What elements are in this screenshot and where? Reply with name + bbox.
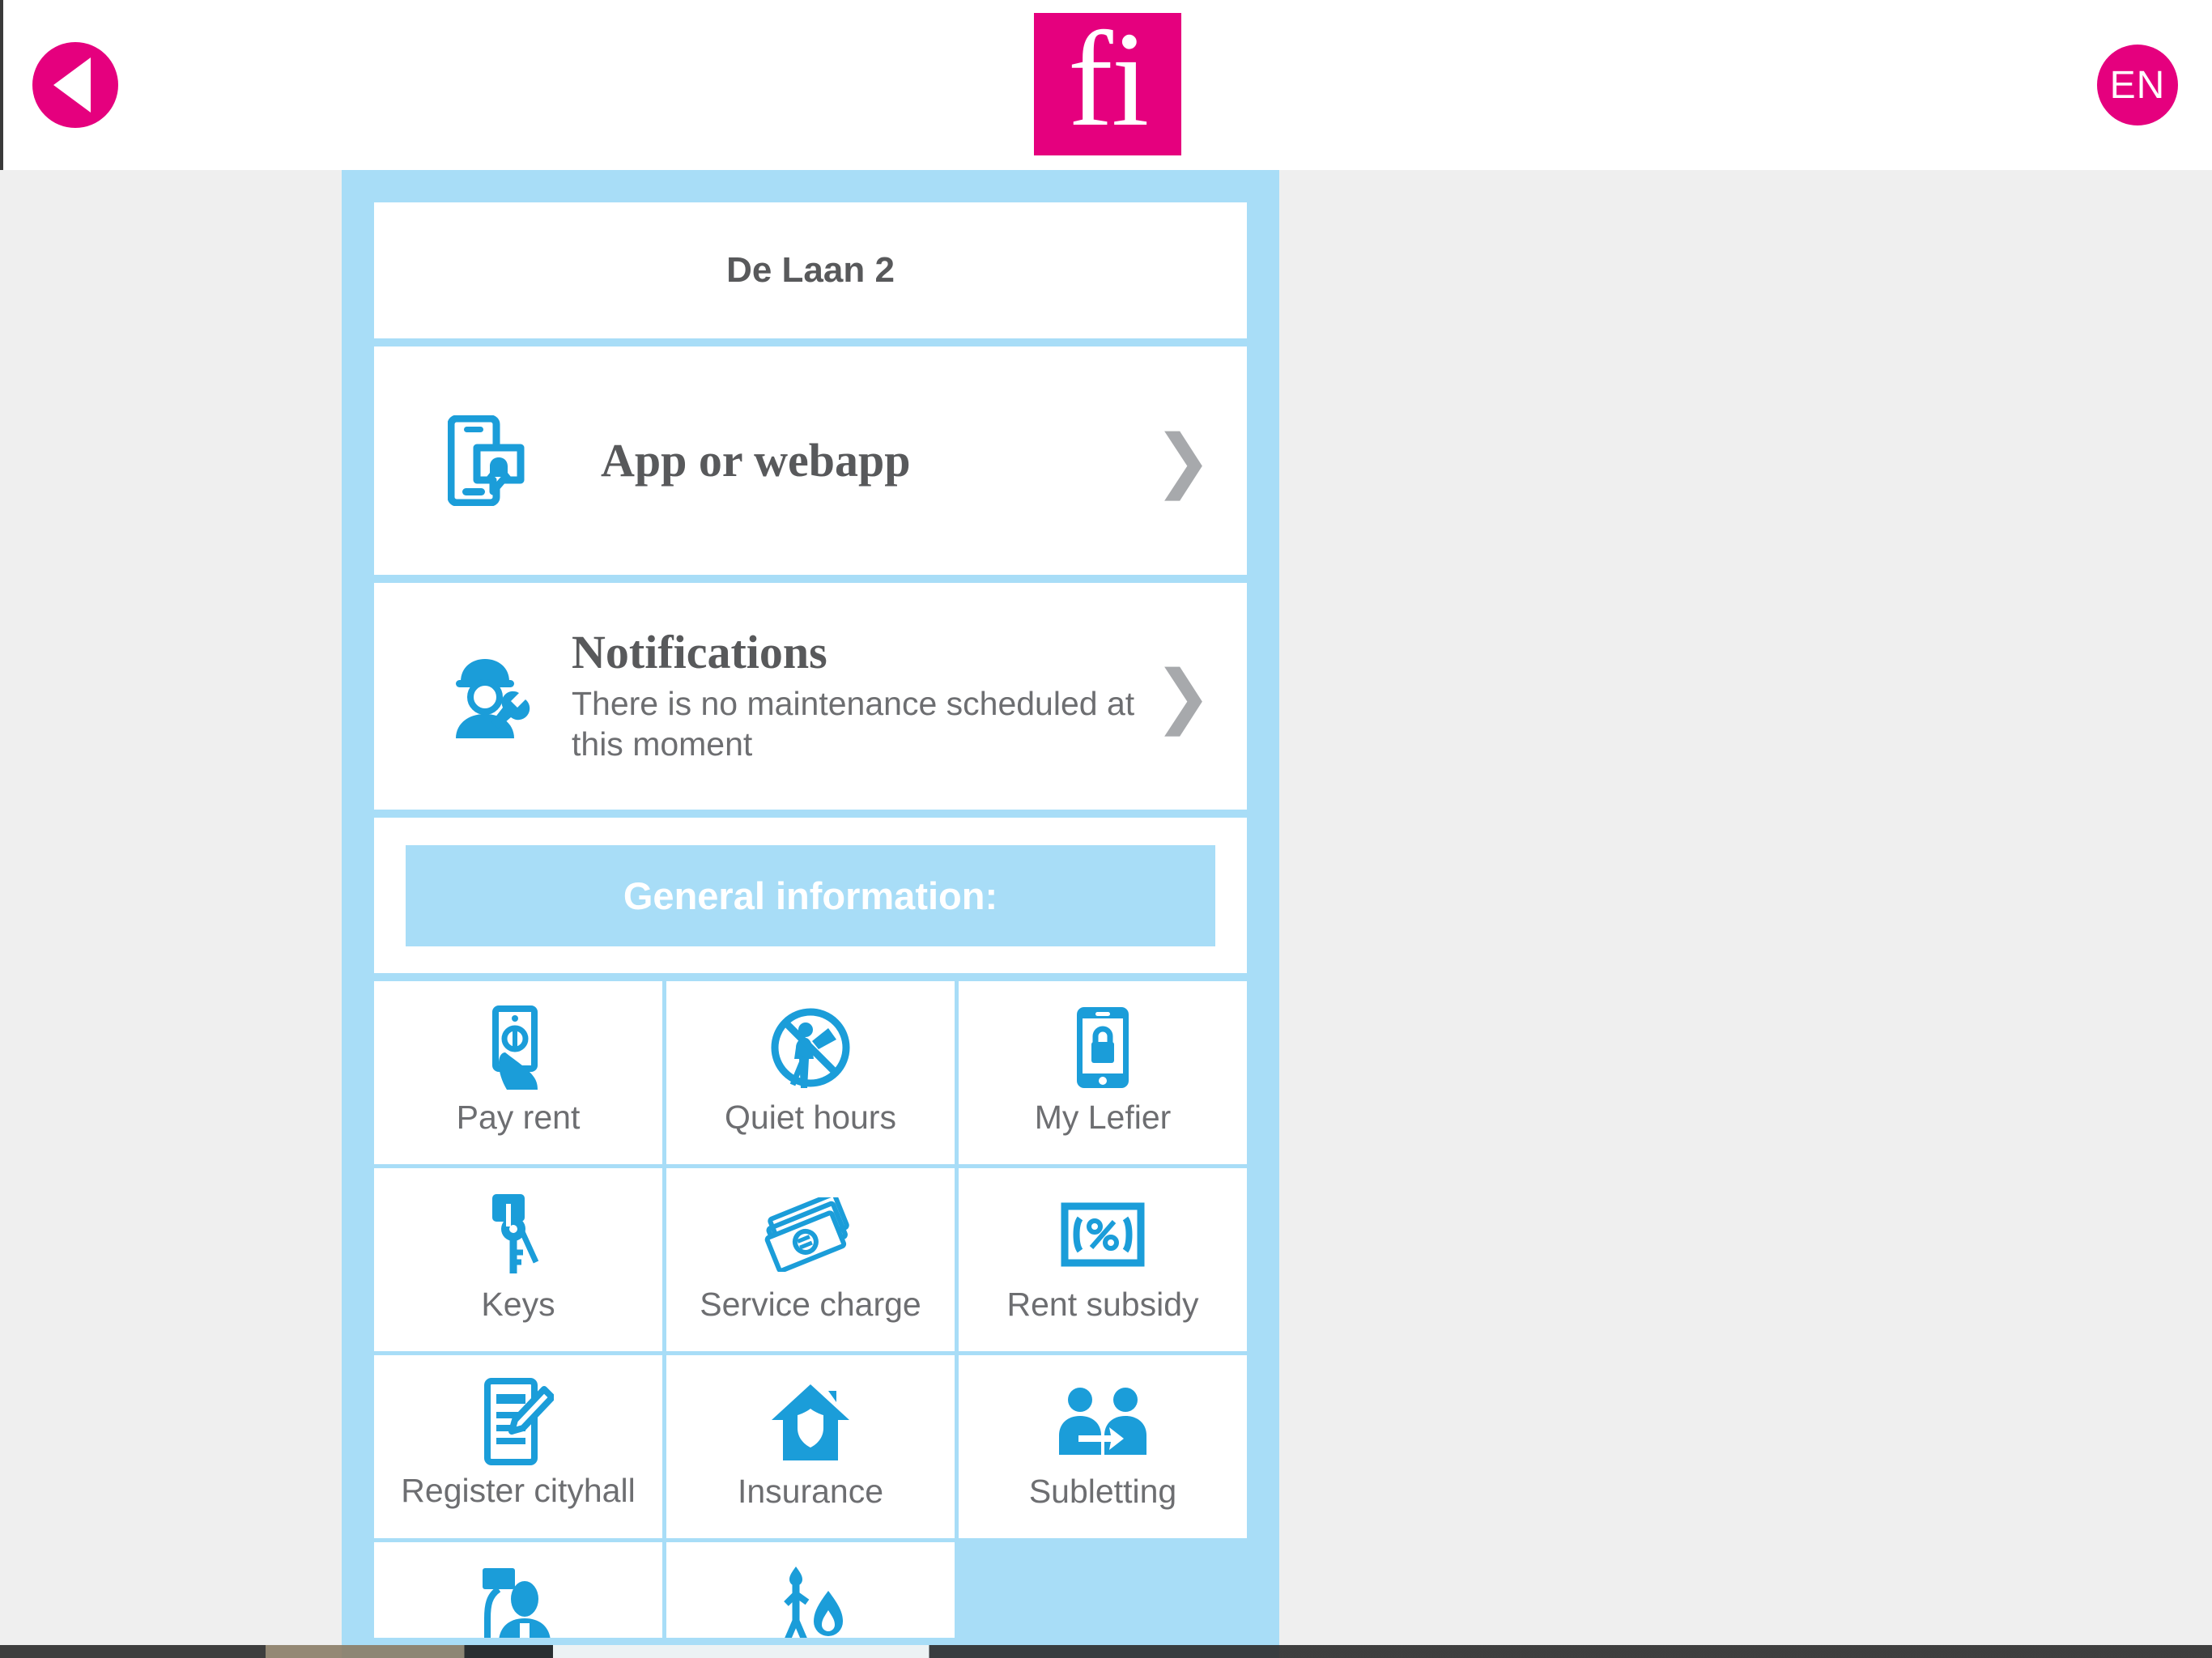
tile-rent-subsidy[interactable]: Rent subsidy — [959, 1168, 1247, 1351]
tile-label: Service charge — [700, 1286, 921, 1323]
tile-label: Rent subsidy — [1006, 1286, 1199, 1323]
tile-label: Register cityhall — [401, 1472, 636, 1509]
back-button[interactable] — [32, 42, 118, 128]
chevron-right-icon: ❯ — [1153, 657, 1213, 735]
tile-empty — [959, 1542, 1247, 1638]
app-header: fi EN — [0, 0, 2212, 170]
chevron-right-icon: ❯ — [1153, 422, 1213, 500]
triangle-left-icon — [53, 57, 91, 113]
tile-keys[interactable]: Keys — [374, 1168, 662, 1351]
language-switch-button[interactable]: EN — [2097, 45, 2178, 125]
tile-label: Pay rent — [456, 1099, 581, 1136]
general-information-banner: General information: — [406, 844, 1215, 946]
tile-register-cityhall[interactable]: Register cityhall — [374, 1355, 662, 1538]
banknotes-euro-icon — [764, 1189, 857, 1280]
painter-sign-icon — [478, 1563, 559, 1638]
percent-box-icon — [1061, 1189, 1145, 1280]
tile-label: Insurance — [737, 1473, 884, 1510]
tile-quiet-hours[interactable]: Quiet hours — [666, 981, 955, 1164]
tile-painter[interactable] — [374, 1542, 662, 1638]
phone-notification-icon — [402, 415, 572, 506]
no-vacuuming-icon — [768, 1002, 853, 1093]
maintenance-worker-icon — [402, 651, 572, 742]
page-title: De Laan 2 — [726, 250, 895, 290]
list-item-app-or-webapp[interactable]: App or webapp ❯ — [374, 346, 1247, 575]
document-pencil-icon — [483, 1376, 554, 1467]
address-card: De Laan 2 — [374, 202, 1247, 338]
keys-icon — [484, 1189, 552, 1280]
tile-label: My Lefier — [1034, 1099, 1172, 1136]
tile-subletting[interactable]: Subletting — [959, 1355, 1247, 1538]
shortcut-grid: Pay rent Quiet hours My Lefier Keys Serv… — [374, 981, 1247, 1638]
logo-text: fi — [1067, 4, 1150, 155]
list-item-subtitle: There is no maintenance scheduled at thi… — [572, 685, 1135, 763]
background-artifact-strip — [0, 1645, 2212, 1658]
hand-banknote-icon — [484, 1002, 552, 1093]
tile-pay-rent[interactable]: Pay rent — [374, 981, 662, 1164]
tile-label: Quiet hours — [725, 1099, 896, 1136]
tile-insurance[interactable]: Insurance — [666, 1355, 955, 1538]
lefier-logo: fi — [1034, 4, 1181, 155]
person-fire-icon — [770, 1563, 851, 1638]
general-information-label: General information: — [623, 874, 998, 917]
phone-column: De Laan 2 App or webapp ❯ Notifications … — [342, 170, 1279, 1658]
list-item-title: App or webapp — [601, 433, 911, 487]
phone-lock-icon — [1074, 1002, 1132, 1093]
list-item-notifications[interactable]: Notifications There is no maintenance sc… — [374, 583, 1247, 810]
house-shield-icon — [768, 1376, 853, 1467]
tile-my-lefier[interactable]: My Lefier — [959, 981, 1247, 1164]
two-people-arrow-icon — [1057, 1376, 1148, 1467]
list-item-title: Notifications — [572, 625, 827, 678]
tile-fire-safety[interactable] — [666, 1542, 955, 1638]
general-information-card: General information: — [374, 818, 1247, 973]
page-background: De Laan 2 App or webapp ❯ Notifications … — [0, 170, 2212, 1658]
tile-label: Subletting — [1028, 1473, 1177, 1510]
language-label: EN — [2109, 63, 2166, 107]
tile-label: Keys — [481, 1286, 555, 1323]
tile-service-charge[interactable]: Service charge — [666, 1168, 955, 1351]
